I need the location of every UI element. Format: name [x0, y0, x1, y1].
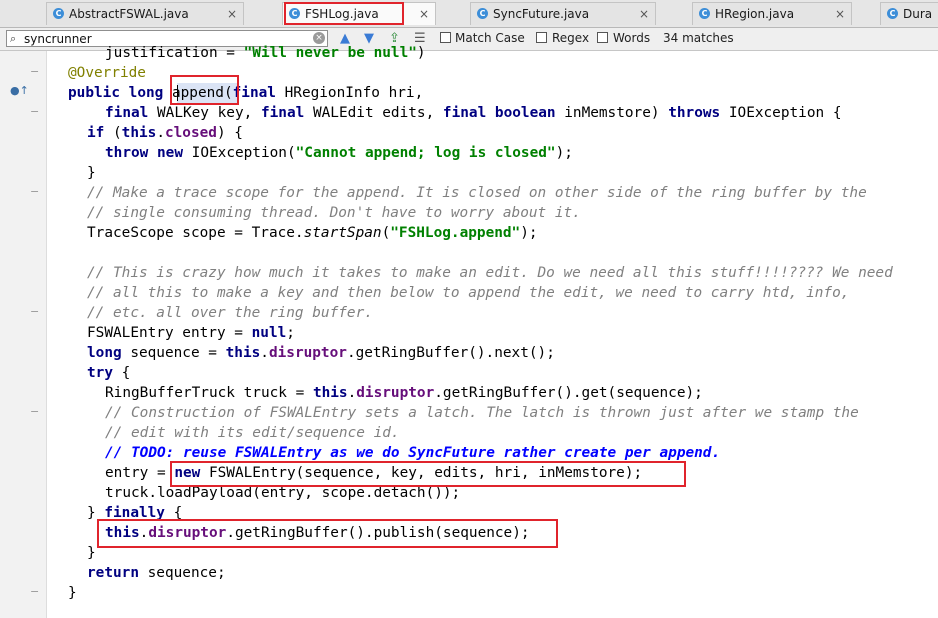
close-icon[interactable]: ×: [835, 3, 845, 25]
code-editor[interactable]: ●↑ − − − − − − justification = "Will nev…: [0, 45, 938, 618]
code-line[interactable]: FSWALEntry entry = null;: [87, 323, 295, 343]
code-line[interactable]: justification = "Will never be null"): [105, 43, 426, 63]
fold-icon[interactable]: −: [30, 105, 39, 118]
code-line[interactable]: // all this to make a key and then below…: [87, 283, 849, 303]
code-line[interactable]: try {: [87, 363, 130, 383]
code-line[interactable]: // Construction of FSWALEntry sets a lat…: [105, 403, 859, 423]
code-line[interactable]: // etc. all over the ring buffer.: [87, 303, 373, 323]
code-line[interactable]: // This is crazy how much it takes to ma…: [87, 263, 893, 283]
regex-checkbox[interactable]: [536, 32, 547, 43]
code-line[interactable]: }: [87, 543, 96, 563]
close-icon[interactable]: ×: [639, 3, 649, 25]
fold-icon[interactable]: −: [30, 305, 39, 318]
tab-label: SyncFuture.java: [493, 7, 590, 21]
code-line[interactable]: }: [68, 583, 77, 603]
code-line[interactable]: return sequence;: [87, 563, 226, 583]
editor-tab-bar: C AbstractFSWAL.java × C FSHLog.java × C…: [0, 0, 938, 28]
code-line[interactable]: throw new IOException("Cannot append; lo…: [105, 143, 573, 163]
tab-abstractfswal[interactable]: C AbstractFSWAL.java ×: [46, 2, 244, 25]
code-line[interactable]: final WALKey key, final WALEdit edits, f…: [105, 103, 842, 123]
tab-label: Dura: [903, 7, 933, 21]
code-line[interactable]: // Make a trace scope for the append. It…: [87, 183, 867, 203]
overrides-method-icon[interactable]: ●↑: [10, 84, 29, 97]
close-icon[interactable]: ×: [419, 3, 429, 25]
code-line[interactable]: // single consuming thread. Don't have t…: [87, 203, 581, 223]
fold-icon[interactable]: −: [30, 65, 39, 78]
tab-label: HRegion.java: [715, 7, 795, 21]
code-line[interactable]: @Override: [68, 63, 146, 83]
code-line[interactable]: // TODO: reuse FSWALEntry as we do SyncF…: [105, 443, 720, 463]
close-icon[interactable]: ×: [227, 3, 237, 25]
match-case-checkbox[interactable]: [440, 32, 451, 43]
fold-icon[interactable]: −: [30, 405, 39, 418]
code-line[interactable]: RingBufferTruck truck = this.disruptor.g…: [105, 383, 703, 403]
java-class-icon: C: [887, 8, 898, 19]
highlight-box-tab: [284, 2, 404, 25]
code-line[interactable]: }: [87, 163, 96, 183]
editor-gutter: ●↑ − − − − − −: [0, 51, 47, 618]
tab-label: AbstractFSWAL.java: [69, 7, 189, 21]
code-line[interactable]: long sequence = this.disruptor.getRingBu…: [87, 343, 555, 363]
highlight-box-new-entry: [170, 461, 686, 487]
tab-hregion[interactable]: C HRegion.java ×: [692, 2, 852, 25]
java-class-icon: C: [53, 8, 64, 19]
java-class-icon: C: [699, 8, 710, 19]
fold-icon[interactable]: −: [30, 185, 39, 198]
words-checkbox[interactable]: [597, 32, 608, 43]
match-case-label: Match Case: [455, 31, 525, 45]
java-class-icon: C: [477, 8, 488, 19]
code-line[interactable]: TraceScope scope = Trace.startSpan("FSHL…: [87, 223, 538, 243]
fold-icon[interactable]: −: [30, 585, 39, 598]
words-label: Words: [613, 31, 651, 45]
code-line[interactable]: if (this.closed) {: [87, 123, 243, 143]
highlight-box-append: [170, 75, 239, 105]
match-count: 34 matches: [663, 31, 734, 45]
highlight-box-publish: [97, 519, 558, 548]
search-icon: ⌕: [10, 32, 17, 45]
regex-label: Regex: [552, 31, 590, 45]
code-line[interactable]: public long append(final HRegionInfo hri…: [68, 83, 423, 103]
tab-syncfuture[interactable]: C SyncFuture.java ×: [470, 2, 656, 25]
code-line[interactable]: // edit with its edit/sequence id.: [105, 423, 400, 443]
tab-dura[interactable]: C Dura: [880, 2, 938, 25]
